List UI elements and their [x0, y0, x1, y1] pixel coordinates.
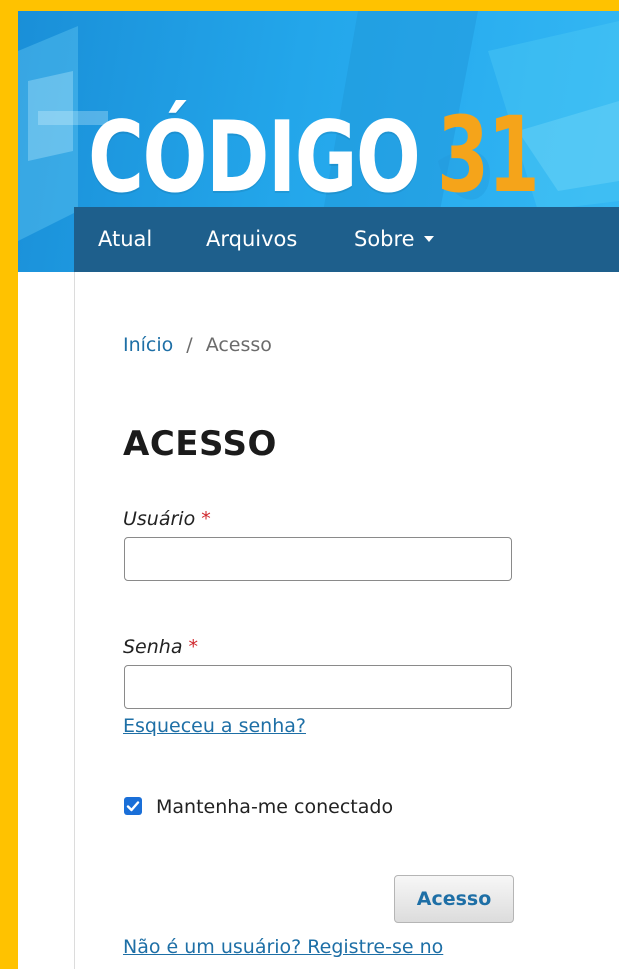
checkmark-icon: [126, 801, 140, 812]
caret-down-icon: [423, 235, 434, 242]
login-submit-button[interactable]: Acesso: [394, 875, 514, 923]
username-input[interactable]: [124, 537, 512, 581]
logo-word: CÓDIGO: [88, 101, 421, 215]
username-label-text: Usuário: [123, 508, 196, 530]
password-input[interactable]: [124, 665, 512, 709]
nav-item-atual[interactable]: Atual: [98, 207, 152, 272]
yellow-frame-left: [0, 0, 18, 969]
required-marker: *: [201, 508, 211, 530]
breadcrumb-home-link[interactable]: Início: [123, 334, 173, 356]
breadcrumb: Início / Acesso: [123, 334, 272, 356]
logo-number: 31: [436, 94, 540, 216]
yellow-frame-top: [0, 0, 619, 11]
nav-item-sobre-label: Sobre: [354, 227, 415, 251]
required-marker: *: [188, 636, 198, 658]
password-label: Senha *: [123, 636, 198, 658]
remember-me-checkbox[interactable]: [124, 797, 142, 815]
content-divider: [74, 272, 75, 969]
site-logo[interactable]: CÓDIGO 31: [88, 77, 578, 207]
password-label-text: Senha: [123, 636, 183, 658]
page-title: ACESSO: [123, 424, 277, 464]
breadcrumb-current: Acesso: [205, 334, 272, 356]
page: CÓDIGO 31 Atual Arquivos Sobre Início / Ac…: [0, 0, 619, 969]
nav-item-arquivos[interactable]: Arquivos: [206, 207, 297, 272]
main-content: Início / Acesso ACESSO Usuário * Senha * Esq…: [18, 272, 619, 969]
forgot-password-link[interactable]: Esqueceu a senha?: [123, 715, 306, 737]
breadcrumb-separator: /: [186, 334, 193, 356]
main-navbar: Atual Arquivos Sobre: [74, 207, 619, 272]
nav-item-sobre[interactable]: Sobre: [354, 207, 434, 272]
remember-me-label[interactable]: Mantenha-me conectado: [156, 796, 393, 818]
username-label: Usuário *: [123, 508, 211, 530]
register-link[interactable]: Não é um usuário? Registre-se no: [123, 936, 443, 958]
